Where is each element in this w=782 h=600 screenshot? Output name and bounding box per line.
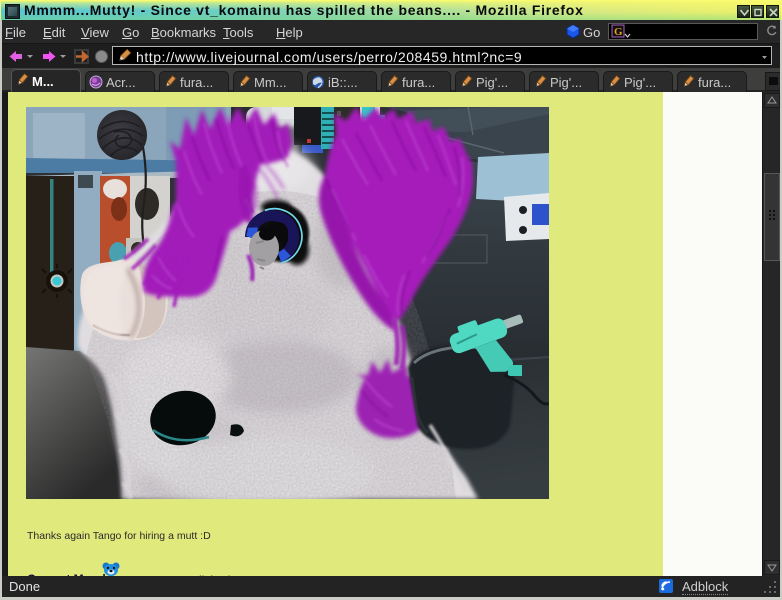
svg-text:G: G [614, 26, 623, 38]
